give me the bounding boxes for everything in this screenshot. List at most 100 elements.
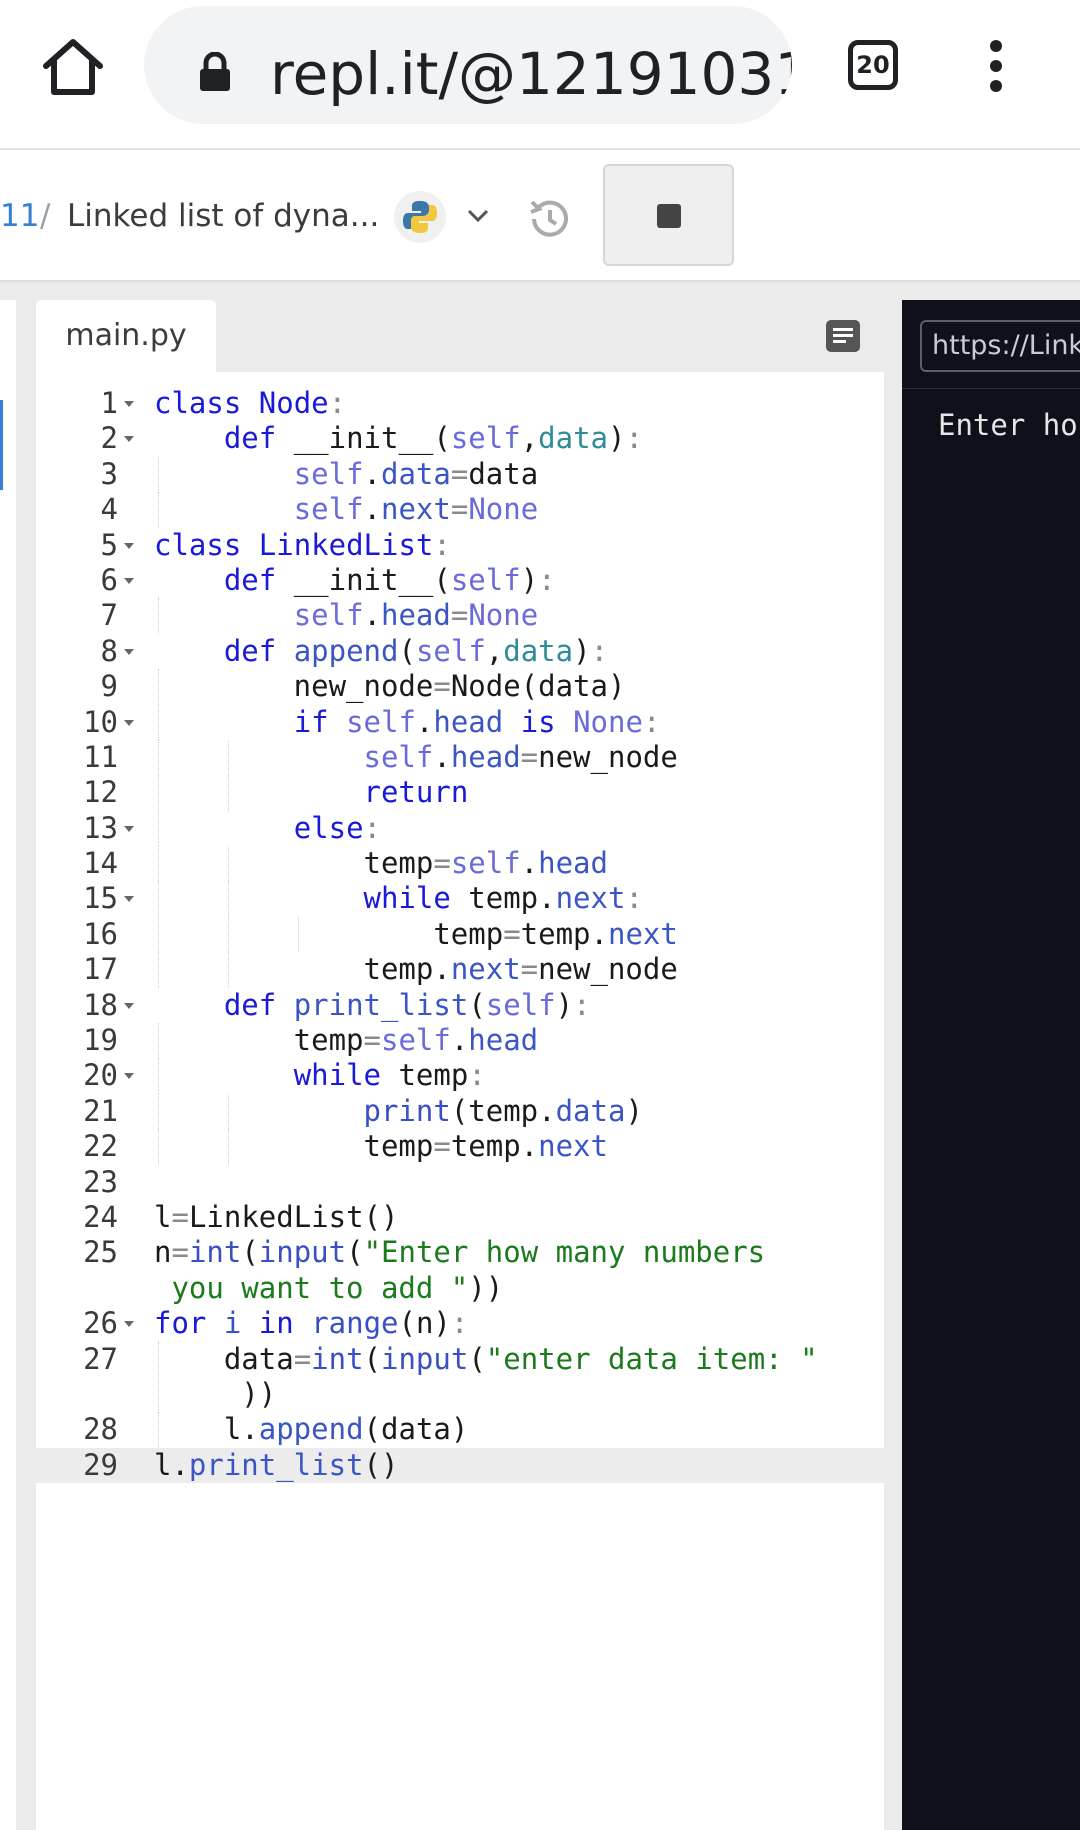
fold-arrow-icon[interactable] (124, 1321, 134, 1328)
code-line[interactable]: 27 data=int(input("enter data item: " )) (36, 1341, 884, 1413)
fold-arrow-icon[interactable] (124, 719, 134, 726)
fold-arrow-icon[interactable] (124, 1002, 134, 1009)
code-text: n=int(input("Enter how many numbers you … (154, 1235, 766, 1305)
code-text: def append(self,data): (223, 633, 609, 668)
line-number: 6 (100, 562, 118, 597)
code-line[interactable]: 19 temp=self.head (36, 1023, 884, 1059)
code-text: temp=temp.next (154, 1129, 608, 1164)
editor-pane: main.py 1 class Node: 2 def __init__(self,… (36, 300, 884, 1830)
code-editor[interactable]: 1 class Node: 2 def __init__(self,data): 3 … (36, 386, 884, 1484)
editor-tab-strip: main.py (36, 300, 884, 372)
fold-arrow-icon[interactable] (124, 648, 134, 655)
line-number: 7 (100, 598, 118, 633)
code-text: l.append(data) (154, 1412, 469, 1447)
line-number: 17 (83, 952, 118, 987)
overflow-menu-icon[interactable] (984, 40, 1008, 96)
code-text: new_node=Node(data) (154, 669, 626, 704)
fold-arrow-icon[interactable] (124, 1073, 134, 1080)
chevron-down-icon[interactable] (466, 208, 490, 224)
tab-main-py[interactable]: main.py (36, 300, 216, 372)
code-text: self.head=new_node (363, 739, 678, 774)
code-line[interactable]: 28 l.append(data) (36, 1412, 884, 1448)
code-line[interactable]: 25 n=int(input("Enter how many numbers yo… (36, 1235, 884, 1306)
line-number: 11 (83, 739, 118, 774)
url-text: repl.it/@1219103130 (270, 40, 792, 108)
line-number: 12 (83, 775, 118, 810)
line-number: 18 (83, 987, 118, 1022)
fold-arrow-icon[interactable] (124, 825, 134, 832)
line-number: 27 (83, 1341, 118, 1376)
code-line[interactable]: 12 return (36, 775, 884, 811)
code-line[interactable]: 9 new_node=Node(data) (36, 669, 884, 705)
console-pane[interactable]: https://Linke Enter ho (902, 300, 1080, 1830)
code-text: data=int(input("enter data item: " )) (154, 1341, 818, 1411)
stop-icon (657, 204, 681, 228)
address-bar[interactable]: repl.it/@1219103130 (144, 6, 792, 124)
stop-button[interactable] (603, 164, 734, 266)
code-text: def __init__(self): (223, 562, 556, 597)
code-line[interactable]: 23 (36, 1165, 884, 1200)
code-text: while temp: (293, 1058, 486, 1093)
line-number: 16 (83, 916, 118, 951)
file-sidebar-edge[interactable] (0, 300, 16, 1830)
code-line[interactable]: 4 self.next=None (36, 492, 884, 528)
code-line[interactable]: 17 temp.next=new_node (36, 952, 884, 988)
repl-title[interactable]: Linked list of dyna... (67, 198, 379, 234)
line-number: 15 (83, 881, 118, 916)
line-number: 20 (83, 1058, 118, 1093)
code-line[interactable]: 20 while temp: (36, 1058, 884, 1094)
code-text: self.next=None (293, 492, 539, 527)
code-line[interactable]: 24 l=LinkedList() (36, 1200, 884, 1235)
lock-icon (198, 51, 232, 92)
code-text: return (363, 775, 469, 810)
code-line[interactable]: 11 self.head=new_node (36, 739, 884, 776)
code-text: print(temp.data) (363, 1093, 643, 1128)
code-text: else: (293, 810, 381, 845)
code-text: temp=self.head (154, 846, 608, 881)
format-code-icon[interactable] (826, 320, 860, 352)
code-line[interactable]: 8 def append(self,data): (36, 634, 884, 669)
history-icon[interactable] (524, 194, 574, 244)
line-number: 8 (100, 633, 118, 668)
code-line[interactable]: 15 while temp.next: (36, 881, 884, 917)
code-line[interactable]: 16 temp=temp.next (36, 916, 884, 953)
line-number: 2 (100, 421, 118, 456)
line-number: 9 (100, 669, 118, 704)
code-line[interactable]: 21 print(temp.data) (36, 1093, 884, 1130)
code-line[interactable]: 26 for i in range(n): (36, 1306, 884, 1341)
fold-arrow-icon[interactable] (124, 896, 134, 903)
fold-arrow-icon[interactable] (124, 542, 134, 549)
line-number: 14 (83, 846, 118, 881)
line-number: 29 (83, 1447, 118, 1482)
code-text: temp=temp.next (154, 916, 678, 951)
fold-arrow-icon[interactable] (124, 436, 134, 443)
breadcrumb-user-link[interactable]: 11 (0, 198, 39, 234)
browser-toolbar: repl.it/@1219103130 20 (0, 0, 1080, 150)
code-text: while temp.next: (363, 881, 643, 916)
code-line[interactable]: 1 class Node: (36, 386, 884, 421)
code-line[interactable]: 18 def print_list(self): (36, 988, 884, 1023)
code-line[interactable]: 5 class LinkedList: (36, 528, 884, 563)
webview-url-field[interactable]: https://Linke (920, 320, 1080, 372)
code-text: temp.next=new_node (154, 952, 678, 987)
code-text: if self.head is None: (293, 704, 661, 739)
python-logo-icon[interactable] (394, 191, 446, 243)
code-line[interactable]: 22 temp=temp.next (36, 1129, 884, 1165)
code-line[interactable]: 7 self.head=None (36, 598, 884, 634)
code-line[interactable]: 29 l.print_list() (36, 1447, 884, 1484)
code-line[interactable]: 10 if self.head is None: (36, 704, 884, 740)
fold-arrow-icon[interactable] (124, 577, 134, 584)
code-line[interactable]: 6 def __init__(self): (36, 563, 884, 598)
home-icon[interactable] (40, 36, 106, 98)
code-line[interactable]: 2 def __init__(self,data): (36, 421, 884, 456)
code-text: self.head=None (293, 598, 539, 633)
line-number: 3 (100, 456, 118, 491)
code-text: self.data=data (293, 456, 539, 491)
fold-arrow-icon[interactable] (124, 401, 134, 407)
tab-switcher-button[interactable]: 20 (848, 40, 898, 90)
line-number: 19 (83, 1023, 118, 1058)
code-line[interactable]: 13 else: (36, 810, 884, 847)
code-line[interactable]: 3 self.data=data (36, 456, 884, 493)
line-number: 1 (100, 386, 118, 420)
code-line[interactable]: 14 temp=self.head (36, 846, 884, 882)
